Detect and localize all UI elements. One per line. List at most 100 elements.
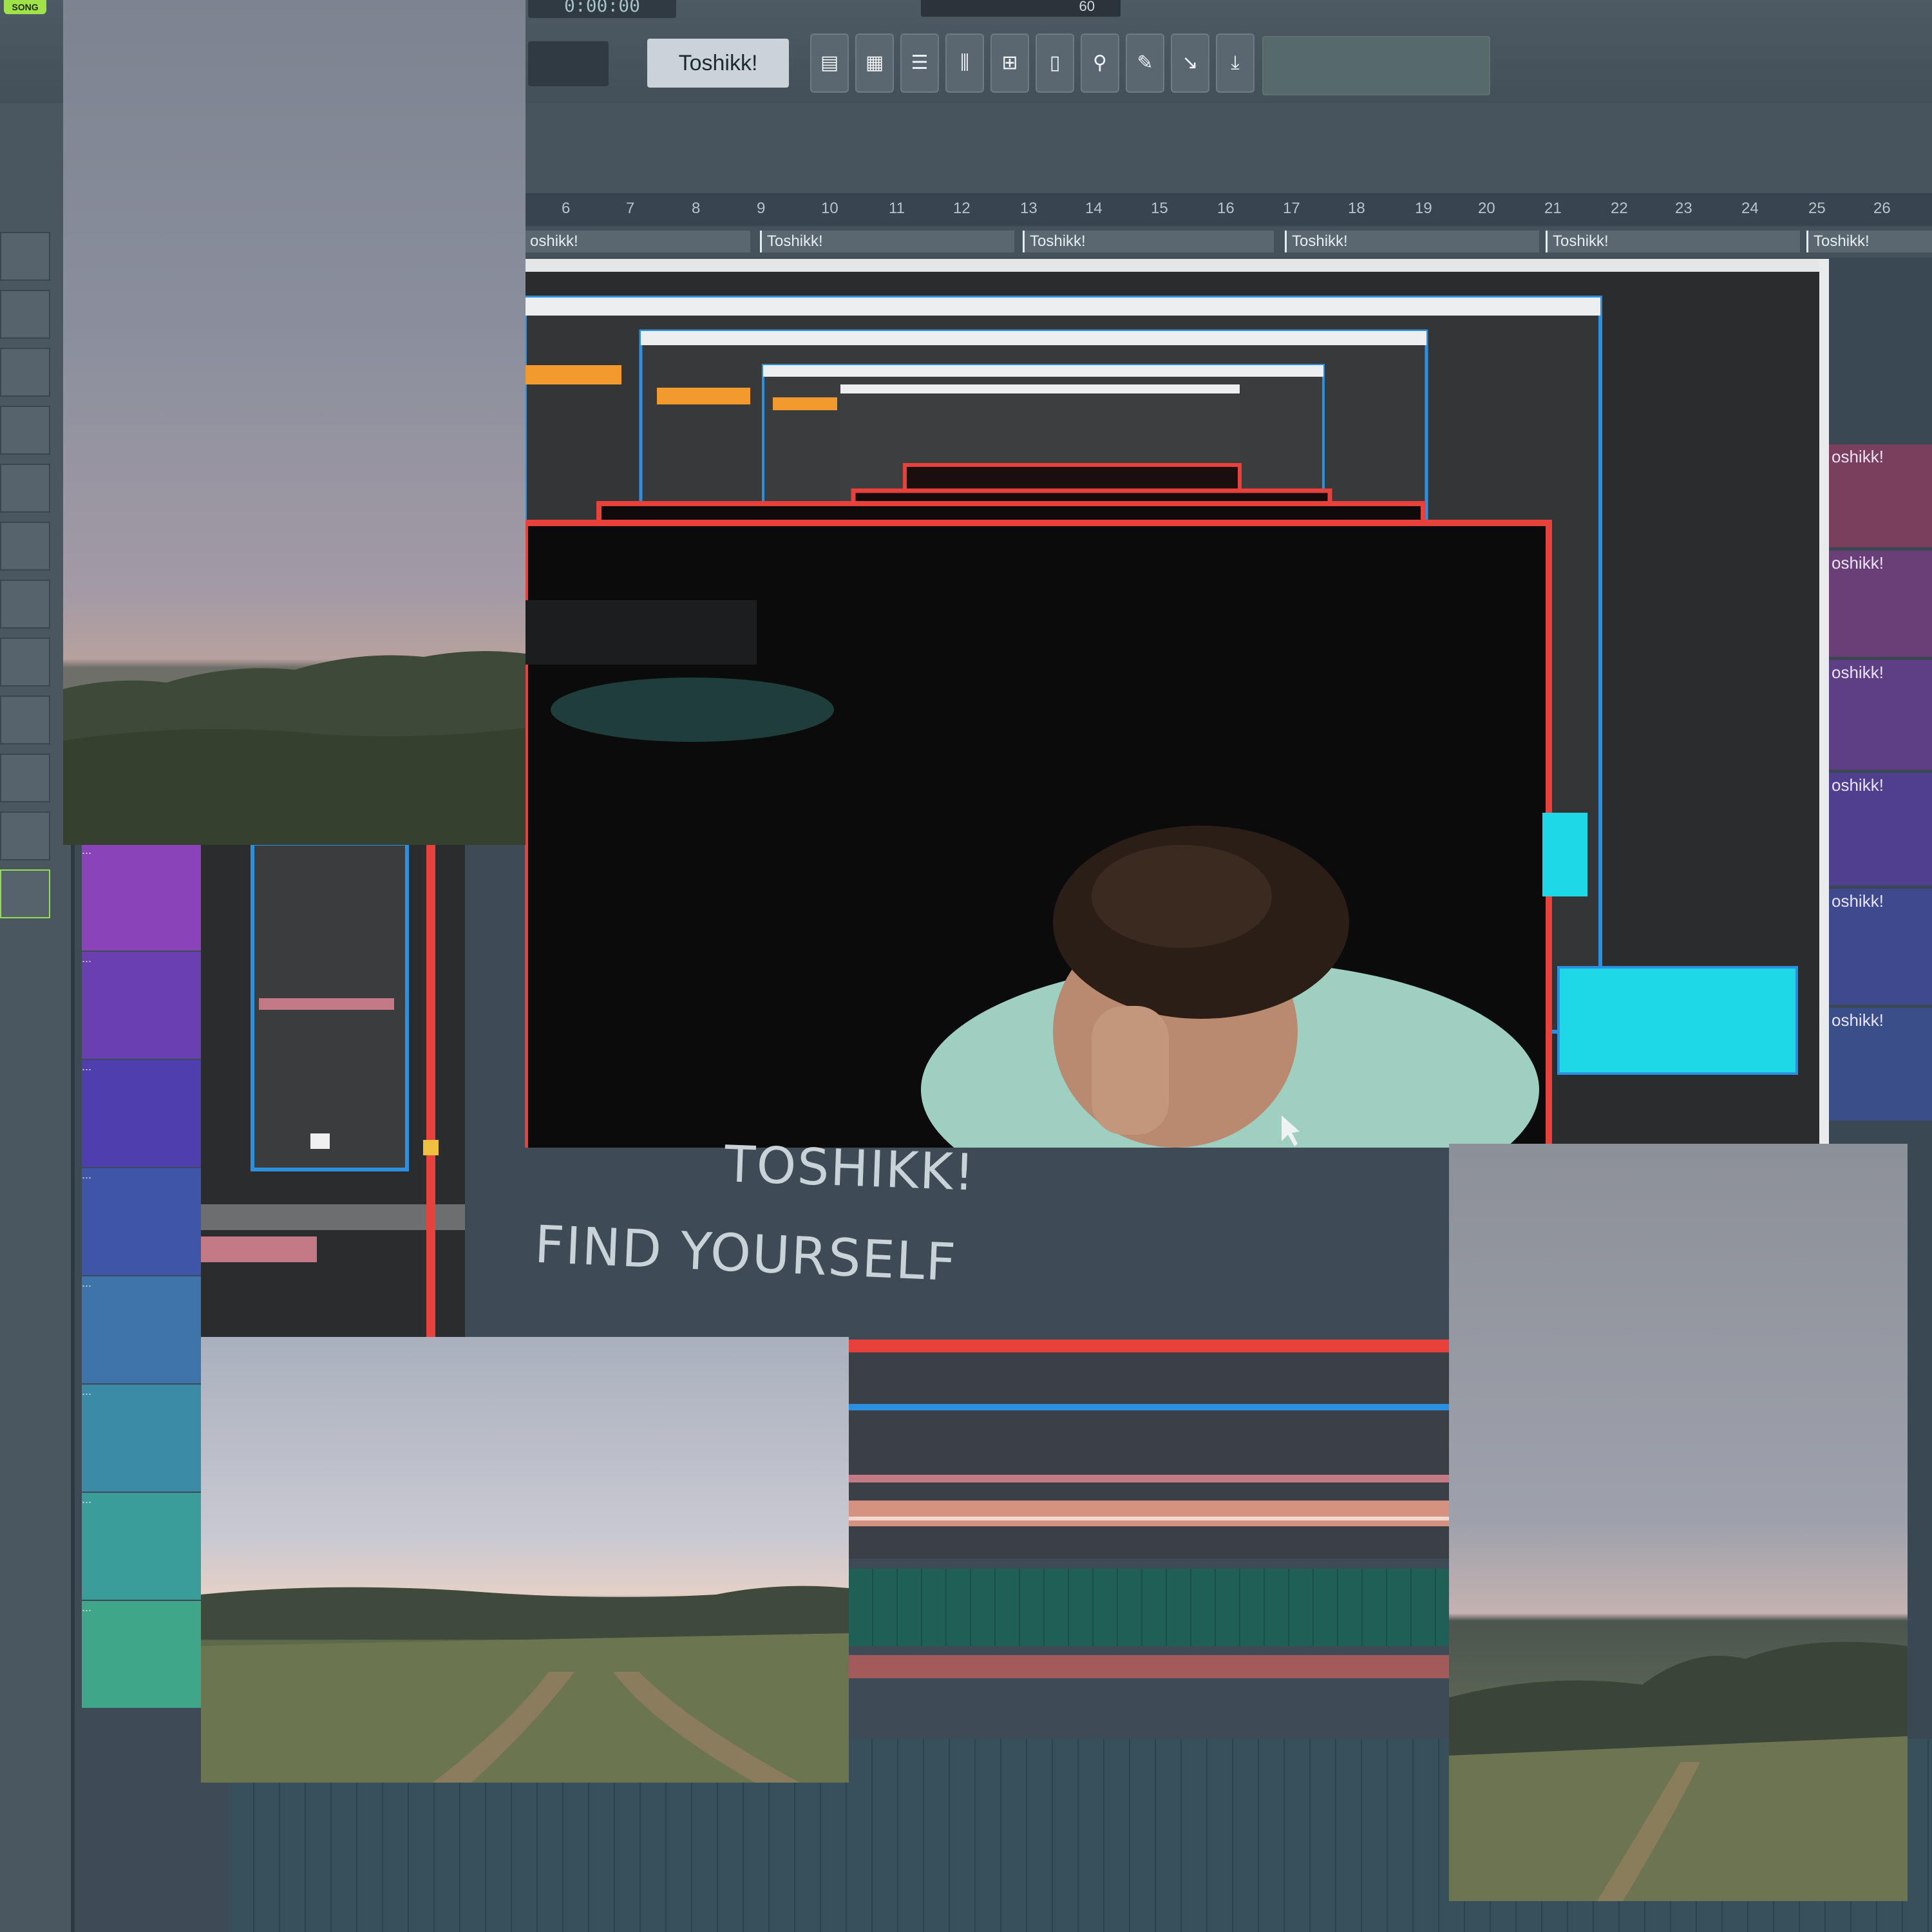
track-header[interactable] xyxy=(0,638,50,687)
recursive-screen-drawing xyxy=(525,259,1829,1148)
pattern-clip-strip: oshikk! Toshikk! Toshikk! Toshikk! Toshi… xyxy=(525,227,1932,258)
track-color-strip: ... ... ... ... ... ... ... ... xyxy=(82,844,202,1932)
pattern-clip[interactable]: Toshikk! xyxy=(1285,231,1539,252)
screen-photo-bottom xyxy=(849,1340,1449,1558)
export-icon[interactable]: ↘ xyxy=(1171,33,1209,93)
piano-roll-icon[interactable]: ☰ xyxy=(900,33,939,93)
screen-left-drawing xyxy=(201,844,465,1337)
track-color-cell[interactable]: ... xyxy=(82,844,202,951)
ruler-tick: 6 xyxy=(562,200,571,217)
track-header[interactable] xyxy=(0,580,50,629)
track-dots: ... xyxy=(82,1385,92,1397)
ruler-tick: 20 xyxy=(1478,200,1495,217)
ruler-tick: 11 xyxy=(889,200,905,217)
time-display: 0:00:00 xyxy=(528,0,676,18)
landscape-photo-field xyxy=(201,1337,849,1783)
pattern-clip[interactable]: Toshikk! xyxy=(1023,231,1274,252)
track-header[interactable] xyxy=(0,464,50,513)
field-drawing xyxy=(201,1586,849,1783)
ruler-tick: 9 xyxy=(757,200,766,217)
step-sequencer-icon[interactable]: ▦ xyxy=(855,33,894,93)
ruler-tick: 14 xyxy=(1085,200,1103,217)
pattern-clip[interactable]: Toshikk! xyxy=(1546,231,1800,252)
track-header[interactable] xyxy=(0,290,50,339)
ruler-tick: 24 xyxy=(1741,200,1759,217)
track-lane[interactable]: oshikk! xyxy=(1829,773,1932,886)
track-header[interactable] xyxy=(0,811,50,860)
track-lane-label: oshikk! xyxy=(1832,553,1884,573)
ruler-tick: 19 xyxy=(1415,200,1432,217)
ruler-tick: 21 xyxy=(1544,200,1562,217)
pattern-name-box[interactable]: Toshikk! xyxy=(647,39,789,88)
ruler-tick: 22 xyxy=(1611,200,1628,217)
track-color-cell[interactable]: ... xyxy=(82,1601,202,1708)
track-lane[interactable]: oshikk! xyxy=(1829,551,1932,657)
wizard-icon[interactable]: ✎ xyxy=(1126,33,1164,93)
track-dots: ... xyxy=(82,1060,92,1073)
mixer-icon[interactable]: ⫼ xyxy=(945,33,984,93)
track-color-cell[interactable]: ... xyxy=(82,1168,202,1275)
ruler-tick: 8 xyxy=(692,200,701,217)
ruler-tick: 12 xyxy=(953,200,971,217)
screen-photo-left-ui xyxy=(201,844,465,1337)
track-color-cell[interactable]: ... xyxy=(82,1493,202,1600)
playlist-red-lane[interactable] xyxy=(849,1655,1449,1678)
track-lane[interactable]: oshikk! xyxy=(1829,1008,1932,1121)
pattern-clip[interactable]: Toshikk! xyxy=(760,231,1014,252)
ruler-tick: 18 xyxy=(1348,200,1365,217)
playlist-green-lane[interactable] xyxy=(849,1569,1449,1646)
track-color-cell[interactable]: ... xyxy=(82,1276,202,1383)
tempo-display[interactable]: 60 xyxy=(921,0,1121,17)
pattern-clip[interactable]: Toshikk! xyxy=(1806,231,1932,252)
pattern-selector[interactable] xyxy=(528,41,609,86)
hill-drawing xyxy=(1449,1642,1908,1901)
track-color-cell[interactable]: ... xyxy=(82,952,202,1059)
ruler-tick: 10 xyxy=(821,200,838,217)
track-lane[interactable]: oshikk! xyxy=(1829,660,1932,770)
track-color-cell[interactable]: ... xyxy=(82,1385,202,1492)
track-header[interactable] xyxy=(0,406,50,455)
track-dots: ... xyxy=(82,1168,92,1181)
treeline-drawing xyxy=(63,651,526,845)
track-header[interactable] xyxy=(0,753,50,802)
track-header[interactable] xyxy=(0,522,50,571)
song-mode-button[interactable]: SONG xyxy=(4,0,46,14)
track-header[interactable] xyxy=(0,348,50,397)
plugin-icon[interactable]: ⚲ xyxy=(1081,33,1119,93)
channel-rack-icon[interactable]: ⊞ xyxy=(990,33,1029,93)
track-lane-label: oshikk! xyxy=(1832,775,1884,795)
ruler-tick: 15 xyxy=(1151,200,1168,217)
cover-title: TOSHIKK! xyxy=(723,1135,977,1202)
track-lane[interactable]: oshikk! xyxy=(1829,889,1932,1005)
ruler-tick: 17 xyxy=(1283,200,1300,217)
playlist-icon[interactable]: ▤ xyxy=(810,33,849,93)
track-color-cell[interactable]: ... xyxy=(82,1060,202,1167)
track-lane-label: oshikk! xyxy=(1832,1010,1884,1030)
landscape-photo-right xyxy=(1449,1144,1908,1901)
ruler-tick: 7 xyxy=(626,200,635,217)
bar-ruler[interactable]: 6 7 8 9 10 11 12 13 14 15 16 17 18 19 20… xyxy=(525,193,1932,225)
download-icon[interactable]: ⤓ xyxy=(1216,33,1255,93)
track-lane-label: oshikk! xyxy=(1832,447,1884,466)
track-header[interactable] xyxy=(0,232,50,281)
track-lane[interactable]: oshikk! xyxy=(1829,444,1932,547)
ruler-tick: 13 xyxy=(1020,200,1037,217)
landscape-photo-top-left xyxy=(63,0,526,845)
ruler-tick: 26 xyxy=(1873,200,1891,217)
track-header-selected[interactable] xyxy=(0,869,50,918)
screen-photo-center xyxy=(525,259,1829,1148)
track-lane-label: oshikk! xyxy=(1832,891,1884,911)
track-dots: ... xyxy=(82,1276,92,1289)
screen-bottom-drawing xyxy=(849,1340,1449,1526)
track-dots: ... xyxy=(82,952,92,965)
browser-icon[interactable]: ▯ xyxy=(1036,33,1074,93)
snap-panel[interactable] xyxy=(1262,36,1490,95)
track-dots: ... xyxy=(82,844,92,857)
pattern-clip[interactable]: oshikk! xyxy=(525,231,750,252)
track-header[interactable] xyxy=(0,696,50,744)
ruler-tick: 23 xyxy=(1675,200,1692,217)
track-lane-label: oshikk! xyxy=(1832,663,1884,682)
track-dots: ... xyxy=(82,1493,92,1506)
ruler-tick: 25 xyxy=(1808,200,1826,217)
ruler-tick: 16 xyxy=(1217,200,1235,217)
